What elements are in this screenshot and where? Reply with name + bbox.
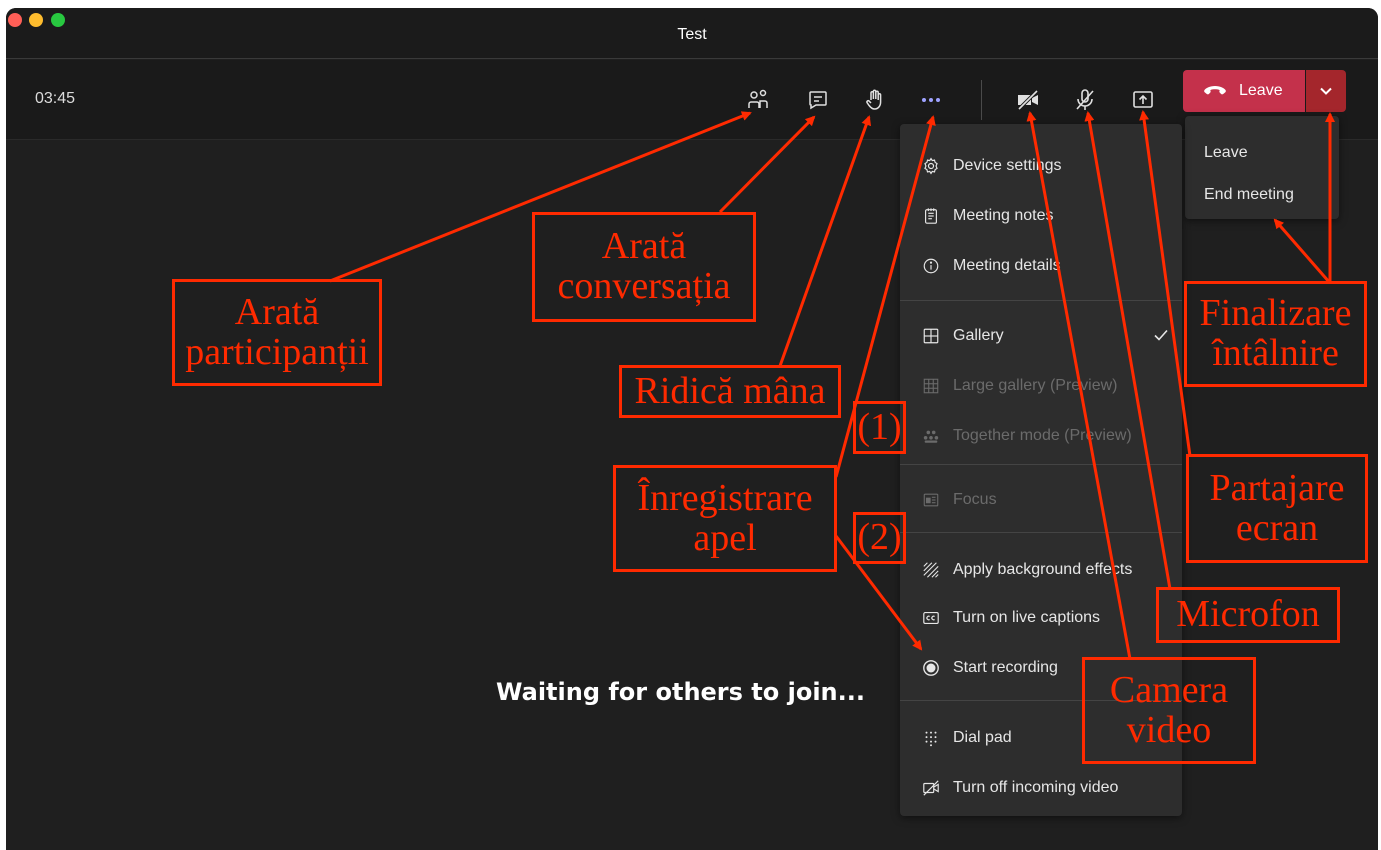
annotation-share-screen: Partajare ecran <box>1186 454 1368 563</box>
annotation-show-participants: Arată participanții <box>172 279 382 386</box>
together-mode-icon <box>921 426 941 446</box>
dialpad-icon <box>921 728 941 748</box>
menu-item-label: Gallery <box>953 327 1004 344</box>
menu-item-label: Together mode (Preview) <box>953 427 1132 444</box>
annotation-raise-hand: Ridică mâna <box>619 365 841 418</box>
camera-toggle-button[interactable] <box>1010 82 1046 118</box>
menu-item-background-effects[interactable]: Apply background effects <box>900 550 1182 590</box>
annotation-text: Partajare <box>1209 466 1345 509</box>
close-window-button[interactable] <box>8 13 22 27</box>
minimize-window-button[interactable] <box>29 13 43 27</box>
gear-icon <box>921 156 941 176</box>
info-icon <box>921 256 941 276</box>
annotation-text: conversația <box>557 265 731 307</box>
menu-item-gallery[interactable]: Gallery <box>900 316 1182 356</box>
microphone-toggle-button[interactable] <box>1067 82 1103 118</box>
annotation-text: ecran <box>1235 506 1319 549</box>
menu-item-device-settings[interactable]: Device settings <box>900 146 1182 186</box>
menu-item-together-mode: Together mode (Preview) <box>900 416 1182 456</box>
menu-separator <box>900 532 1182 533</box>
checkmark-icon <box>1154 329 1168 341</box>
participants-icon <box>748 89 768 108</box>
video-off-icon <box>921 778 941 798</box>
annotation-text: (1) <box>857 405 902 448</box>
leave-menu-item-leave[interactable]: Leave <box>1204 144 1248 162</box>
share-icon <box>1133 91 1153 108</box>
menu-item-turn-off-incoming-video[interactable]: Turn off incoming video <box>900 768 1182 808</box>
menu-item-meeting-details[interactable]: Meeting details <box>900 246 1182 286</box>
menu-item-label: Meeting details <box>953 257 1061 274</box>
annotation-text: Ridică mâna <box>634 369 826 412</box>
chat-icon <box>809 91 827 110</box>
menu-item-label: Meeting notes <box>953 207 1054 224</box>
menu-separator <box>900 464 1182 465</box>
window-title: Test <box>677 26 707 43</box>
more-icon <box>922 98 940 102</box>
raise-hand-button[interactable] <box>857 82 893 118</box>
menu-item-label: Dial pad <box>953 729 1012 746</box>
focus-icon <box>921 490 941 510</box>
share-screen-button[interactable] <box>1125 82 1161 118</box>
leave-options-menu: Leave End meeting <box>1185 116 1339 219</box>
annotation-step-2: (2) <box>853 512 906 564</box>
menu-item-label: Apply background effects <box>953 561 1133 578</box>
toolbar-divider <box>981 80 982 120</box>
show-conversation-button[interactable] <box>800 82 836 118</box>
notes-icon <box>921 206 941 226</box>
hang-up-icon <box>1204 86 1226 95</box>
meeting-timer: 03:45 <box>35 90 76 107</box>
leave-menu-item-end-meeting[interactable]: End meeting <box>1204 186 1294 204</box>
zoom-window-button[interactable] <box>51 13 65 27</box>
waiting-message: Waiting for others to join... <box>496 678 865 706</box>
annotation-text: Camera <box>1109 668 1229 711</box>
annotation-text: întâlnire <box>1212 332 1339 374</box>
camera-off-icon <box>1017 89 1039 111</box>
chevron-down-icon <box>1320 87 1332 95</box>
annotation-text: Arată <box>601 225 687 268</box>
annotation-text: participanții <box>185 330 369 373</box>
menu-item-label: Large gallery (Preview) <box>953 377 1118 394</box>
background-effects-icon <box>921 560 941 580</box>
title-bar: Test <box>6 8 1378 59</box>
menu-item-label: Device settings <box>953 157 1062 174</box>
annotation-end-meeting: Finalizare întâlnire <box>1184 281 1367 387</box>
annotation-text: video <box>1126 708 1212 751</box>
leave-button[interactable]: Leave <box>1183 70 1305 112</box>
menu-item-meeting-notes[interactable]: Meeting notes <box>900 196 1182 236</box>
record-icon <box>921 658 941 678</box>
mic-off-icon <box>1076 89 1094 110</box>
large-gallery-icon <box>921 376 941 396</box>
annotation-text: (2) <box>857 516 902 559</box>
show-participants-button[interactable] <box>740 82 776 118</box>
captions-icon <box>921 608 941 628</box>
annotation-text: Finalizare <box>1199 292 1352 335</box>
menu-item-focus: Focus <box>900 480 1182 520</box>
annotation-text: Înregistrare <box>637 476 813 519</box>
annotation-show-conversation: Arată conversația <box>532 212 756 322</box>
annotation-record-call: Înregistrare apel <box>613 465 837 572</box>
annotation-text: apel <box>693 516 757 559</box>
menu-item-label: Turn on live captions <box>953 609 1101 626</box>
annotation-text: Microfon <box>1176 593 1320 636</box>
menu-item-large-gallery: Large gallery (Preview) <box>900 366 1182 406</box>
more-actions-button[interactable] <box>913 82 949 118</box>
gallery-icon <box>921 326 941 346</box>
leave-button-label: Leave <box>1239 82 1283 99</box>
annotation-camera: Camera video <box>1082 657 1256 764</box>
menu-item-label: Focus <box>953 491 997 508</box>
menu-item-live-captions[interactable]: Turn on live captions <box>900 598 1182 638</box>
menu-separator <box>900 300 1182 301</box>
annotation-microphone: Microfon <box>1156 587 1340 643</box>
menu-item-label: Turn off incoming video <box>953 779 1119 796</box>
annotation-step-1: (1) <box>853 401 906 454</box>
annotation-text: Arată <box>234 290 320 333</box>
leave-options-button[interactable] <box>1306 70 1346 112</box>
menu-item-label: Start recording <box>953 659 1058 676</box>
hand-icon <box>866 89 882 110</box>
